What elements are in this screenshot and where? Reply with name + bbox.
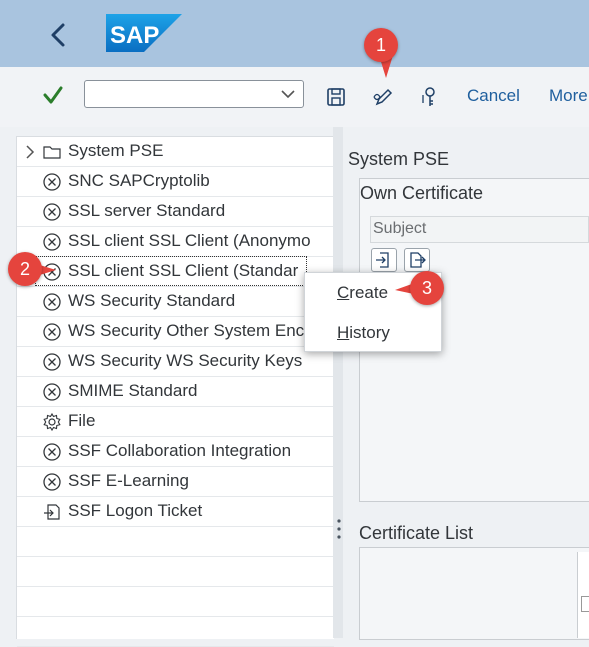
tree-item-label: SSF Logon Ticket (68, 501, 203, 520)
svg-text:SAP: SAP (110, 22, 159, 49)
certificate-list-table[interactable] (577, 552, 589, 638)
pse-key-icon[interactable] (419, 85, 443, 109)
command-field[interactable] (84, 80, 304, 108)
tree-item-ws-security-standard[interactable]: WS Security Standard (17, 287, 334, 317)
menu-item-create[interactable]: Create (337, 283, 388, 303)
edit-display-icon[interactable] (372, 85, 396, 109)
panel-title: System PSE (348, 149, 450, 169)
tree-empty-row (17, 587, 334, 617)
chevron-right-icon[interactable] (23, 144, 37, 160)
tree-item-label: SNC SAPCryptolib (68, 171, 210, 190)
callout-badge-2: 2 (8, 252, 42, 286)
import-icon (44, 504, 60, 520)
callout-badge-1: 1 (364, 28, 398, 62)
create-label-rest: reate (349, 283, 389, 302)
tree-item-ws-security-keys[interactable]: WS Security WS Security Keys (17, 347, 334, 377)
certificate-list-group (359, 547, 589, 640)
tree-item-label: SSL server Standard (68, 201, 226, 220)
tree-item-ssf-elearning[interactable]: SSF E-Learning (17, 467, 334, 497)
splitter-grip-icon[interactable] (337, 518, 341, 540)
certificate-list-title: Certificate List (359, 523, 474, 543)
tree-item-label: WS Security Other System Enc (68, 321, 305, 340)
menu-item-history[interactable]: History (337, 323, 390, 343)
circle-x-icon (43, 383, 61, 401)
folder-icon (43, 146, 61, 159)
export-button[interactable] (404, 248, 430, 272)
back-icon[interactable] (44, 17, 74, 53)
circle-x-icon (43, 233, 61, 251)
import-button[interactable] (371, 248, 397, 272)
panel-splitter[interactable] (333, 127, 343, 638)
tree-item-ssf-logon-ticket[interactable]: SSF Logon Ticket (17, 497, 334, 527)
own-certificate-title: Own Certificate (360, 183, 484, 203)
tree-item-label: SSF Collaboration Integration (68, 441, 292, 460)
tree-item-label: SMIME Standard (68, 381, 198, 400)
history-mnemonic: H (337, 323, 350, 342)
tree-item-label: SSF E-Learning (68, 471, 189, 490)
shell-header (0, 0, 589, 67)
circle-x-icon (43, 323, 61, 341)
tree-item-label: System PSE (68, 141, 164, 160)
import-icon (376, 252, 389, 268)
selected-item-focus (35, 256, 307, 286)
create-mnemonic: C (337, 283, 350, 302)
tree-item-label: WS Security Standard (68, 291, 236, 310)
gear-icon (43, 412, 61, 432)
tree-item-label: File (68, 411, 96, 430)
checkmark-icon[interactable] (40, 82, 66, 108)
tree-item-system-pse[interactable]: System PSE (17, 137, 334, 167)
cancel-button[interactable]: Cancel (467, 86, 520, 106)
tree-item-label: SSL client SSL Client (Anonymo (68, 231, 311, 250)
subject-column-header[interactable]: Subject (370, 216, 589, 243)
save-icon[interactable] (324, 85, 348, 109)
history-label-rest: istory (349, 323, 390, 342)
chevron-down-icon[interactable] (279, 85, 297, 103)
tree-item-file[interactable]: File (17, 407, 334, 437)
circle-x-icon (43, 203, 61, 221)
tree-empty-row (17, 557, 334, 587)
pse-tree: System PSE SNC SAPCryptolib SSL server S… (16, 136, 334, 647)
circle-x-icon (43, 353, 61, 371)
circle-x-icon (43, 173, 61, 191)
circle-x-icon (43, 473, 61, 491)
more-button[interactable]: More (549, 86, 588, 106)
tree-item-ssl-client-anonymous[interactable]: SSL client SSL Client (Anonymo (17, 227, 334, 257)
circle-x-icon (43, 443, 61, 461)
sap-logo: SAP (106, 14, 182, 52)
tree-empty-row (17, 527, 334, 557)
tree-item-ssf-collaboration[interactable]: SSF Collaboration Integration (17, 437, 334, 467)
tree-empty-row (17, 617, 334, 647)
row-select-checkbox[interactable] (581, 596, 589, 612)
export-icon (410, 252, 426, 268)
callout-badge-3: 3 (410, 271, 444, 305)
tree-item-ssl-server-standard[interactable]: SSL server Standard (17, 197, 334, 227)
tree-item-label: WS Security WS Security Keys (68, 351, 303, 370)
tree-item-ws-security-other-system[interactable]: WS Security Other System Enc (17, 317, 334, 347)
tree-item-smime-standard[interactable]: SMIME Standard (17, 377, 334, 407)
tree-item-snc-sapcryptolib[interactable]: SNC SAPCryptolib (17, 167, 334, 197)
circle-x-icon (43, 293, 61, 311)
